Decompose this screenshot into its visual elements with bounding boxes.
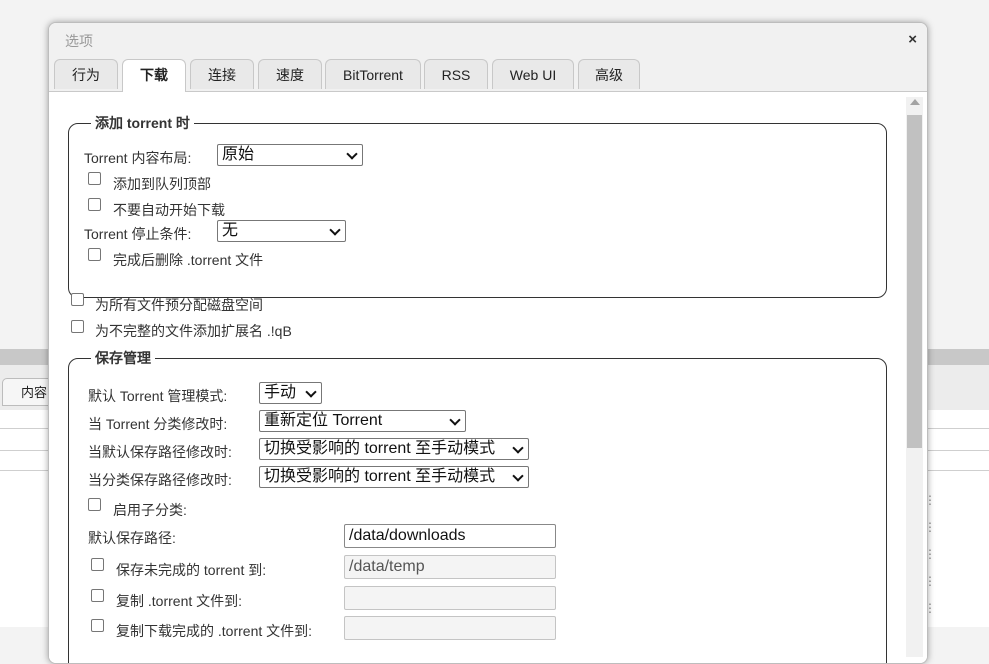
subcategories-label: 启用子分类: xyxy=(113,502,187,518)
copy-torrent-input[interactable] xyxy=(344,586,556,610)
tab-webui[interactable]: Web UI xyxy=(492,59,574,89)
scrollbar-thumb[interactable] xyxy=(907,115,922,448)
category-changed-label: 当 Torrent 分类修改时: xyxy=(88,416,228,432)
default-mode-select[interactable]: 手动 xyxy=(259,382,322,404)
tab-bittorrent[interactable]: BitTorrent xyxy=(325,59,421,89)
tab-behavior[interactable]: 行为 xyxy=(54,59,118,89)
add-torrent-legend: 添加 torrent 时 xyxy=(95,115,190,131)
tab-connection[interactable]: 连接 xyxy=(190,59,254,89)
preallocate-label: 为所有文件预分配磁盘空间 xyxy=(95,297,263,313)
delete-torrent-checkbox[interactable] xyxy=(88,248,101,261)
stop-condition-label: Torrent 停止条件: xyxy=(84,226,192,242)
chevron-down-icon xyxy=(305,386,317,398)
copy-finished-label: 复制下载完成的 .torrent 文件到: xyxy=(116,623,313,639)
incomplete-path-checkbox[interactable] xyxy=(91,558,104,571)
add-to-top-checkbox[interactable] xyxy=(88,172,101,185)
no-autostart-checkbox[interactable] xyxy=(88,198,101,211)
tab-downloads[interactable]: 下载 xyxy=(122,59,186,92)
default-path-changed-label: 当默认保存路径修改时: xyxy=(88,444,232,460)
no-autostart-label: 不要自动开始下载 xyxy=(113,202,225,218)
subcategories-checkbox[interactable] xyxy=(88,498,101,511)
default-save-path-label: 默认保存路径: xyxy=(88,530,176,546)
scroll-up-icon[interactable] xyxy=(910,99,920,105)
options-tabbar: 行为 下载 连接 速度 BitTorrent RSS Web UI 高级 xyxy=(49,55,927,92)
dialog-title: 选项 xyxy=(65,33,93,49)
copy-torrent-checkbox[interactable] xyxy=(91,589,104,602)
category-path-changed-label: 当分类保存路径修改时: xyxy=(88,472,232,488)
chevron-down-icon xyxy=(329,224,341,236)
category-changed-select[interactable]: 重新定位 Torrent xyxy=(259,410,466,432)
chevron-down-icon xyxy=(346,148,358,160)
content-layout-select[interactable]: 原始 xyxy=(217,144,363,166)
stop-condition-select[interactable]: 无 xyxy=(217,220,346,242)
downloads-panel: 添加 torrent 时 Torrent 内容布局: 原始 添加到队列顶部 不要… xyxy=(49,92,927,663)
preallocate-checkbox[interactable] xyxy=(71,293,84,306)
incomplete-path-input[interactable] xyxy=(344,555,556,579)
copy-finished-checkbox[interactable] xyxy=(91,619,104,632)
default-mode-label: 默认 Torrent 管理模式: xyxy=(88,388,228,404)
save-management-legend: 保存管理 xyxy=(95,350,151,366)
chevron-down-icon xyxy=(449,414,461,426)
copy-torrent-label: 复制 .torrent 文件到: xyxy=(116,593,243,609)
add-to-top-label: 添加到队列顶部 xyxy=(113,176,211,192)
scrollbar[interactable] xyxy=(906,97,923,657)
options-dialog: 选项 × 行为 下载 连接 速度 BitTorrent RSS Web UI 高… xyxy=(48,22,928,664)
tab-advanced[interactable]: 高级 xyxy=(578,59,640,89)
default-save-path-input[interactable] xyxy=(344,524,556,548)
chevron-down-icon xyxy=(512,470,524,482)
tab-rss[interactable]: RSS xyxy=(424,59,488,89)
chevron-down-icon xyxy=(512,442,524,454)
category-path-changed-select[interactable]: 切换受影响的 torrent 至手动模式 xyxy=(259,466,529,488)
append-extension-checkbox[interactable] xyxy=(71,320,84,333)
tab-speed[interactable]: 速度 xyxy=(258,59,322,89)
content-layout-label: Torrent 内容布局: xyxy=(84,150,192,166)
append-extension-label: 为不完整的文件添加扩展名 .!qB xyxy=(95,323,292,339)
delete-torrent-label: 完成后删除 .torrent 文件 xyxy=(113,252,264,268)
dialog-titlebar[interactable]: 选项 × xyxy=(49,23,927,55)
incomplete-path-label: 保存未完成的 torrent 到: xyxy=(116,562,267,578)
close-icon[interactable]: × xyxy=(908,31,917,48)
default-path-changed-select[interactable]: 切换受影响的 torrent 至手动模式 xyxy=(259,438,529,460)
copy-finished-input[interactable] xyxy=(344,616,556,640)
